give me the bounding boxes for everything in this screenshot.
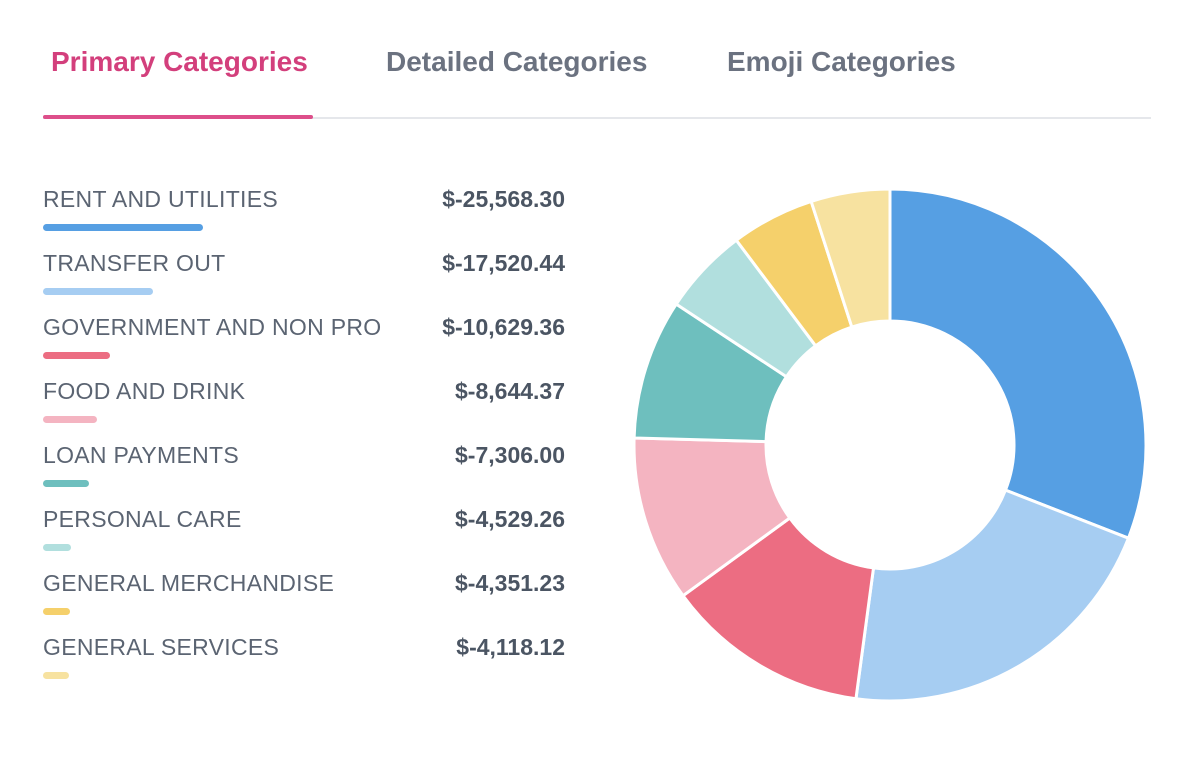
category-amount: $-4,529.26 [455, 506, 565, 532]
legend-row[interactable]: FOOD AND DRINK $-8,644.37 [43, 374, 565, 438]
legend-row[interactable]: GOVERNMENT AND NON PRO $-10,629.36 [43, 310, 565, 374]
legend-row[interactable]: GENERAL SERVICES $-4,118.12 [43, 630, 565, 694]
category-bar [43, 608, 70, 615]
legend-row[interactable]: LOAN PAYMENTS $-7,306.00 [43, 438, 565, 502]
category-amount: $-8,644.37 [455, 378, 565, 404]
category-amount: $-7,306.00 [455, 442, 565, 468]
category-bar [43, 544, 71, 551]
donut-slice[interactable] [854, 488, 1130, 703]
category-bar [43, 352, 110, 359]
category-label: RENT AND UTILITIES [43, 186, 279, 212]
tab-detailed-categories[interactable]: Detailed Categories [386, 46, 647, 78]
category-donut-chart [632, 187, 1148, 703]
category-amount: $-4,351.23 [455, 570, 565, 596]
category-bar [43, 288, 153, 295]
category-label: TRANSFER OUT [43, 250, 226, 276]
legend-row[interactable]: TRANSFER OUT $-17,520.44 [43, 246, 565, 310]
category-amount: $-25,568.30 [442, 186, 565, 212]
legend-row[interactable]: GENERAL MERCHANDISE $-4,351.23 [43, 566, 565, 630]
category-bar [43, 480, 89, 487]
category-amount: $-10,629.36 [442, 314, 565, 340]
legend-row[interactable]: PERSONAL CARE $-4,529.26 [43, 502, 565, 566]
legend-row[interactable]: RENT AND UTILITIES $-25,568.30 [43, 182, 565, 246]
category-label: GENERAL MERCHANDISE [43, 570, 335, 596]
category-amount: $-4,118.12 [456, 634, 565, 660]
category-label: GENERAL SERVICES [43, 634, 280, 660]
tab-emoji-categories[interactable]: Emoji Categories [727, 46, 956, 78]
category-label: LOAN PAYMENTS [43, 442, 240, 468]
active-tab-indicator [43, 115, 313, 119]
category-label: PERSONAL CARE [43, 506, 242, 532]
category-label: GOVERNMENT AND NON PRO [43, 314, 382, 340]
category-tabs: Primary Categories Detailed Categories E… [43, 0, 1151, 119]
category-legend: RENT AND UTILITIES $-25,568.30 TRANSFER OU… [43, 182, 565, 694]
category-bar [43, 672, 69, 679]
donut-slice[interactable] [888, 187, 1148, 540]
category-amount: $-17,520.44 [442, 250, 565, 276]
tab-primary-categories[interactable]: Primary Categories [51, 46, 308, 78]
category-bar [43, 224, 203, 231]
category-bar [43, 416, 97, 423]
category-label: FOOD AND DRINK [43, 378, 246, 404]
